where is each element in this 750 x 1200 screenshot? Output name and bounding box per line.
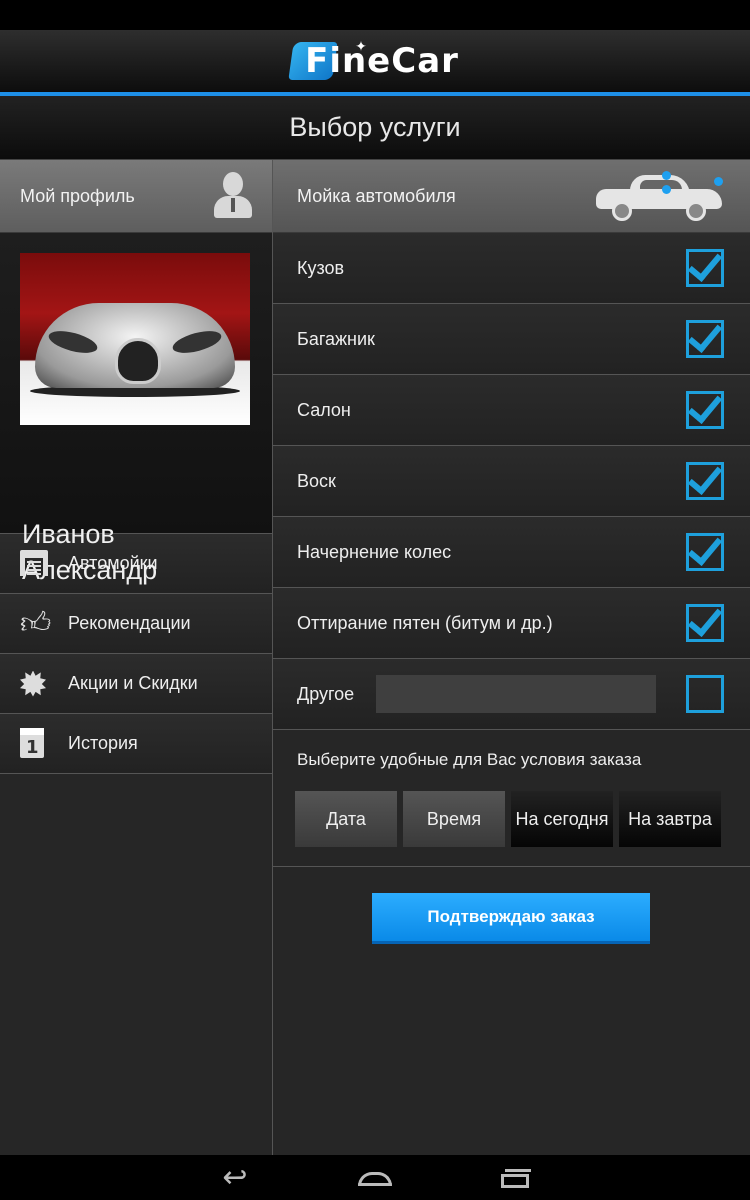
time-button[interactable]: Время [403, 791, 505, 847]
checkbox-other[interactable] [686, 675, 724, 713]
today-button[interactable]: На сегодня [511, 791, 613, 847]
page-title: Выбор услуги [0, 96, 750, 160]
person-icon [214, 172, 252, 220]
sidebar: Мой профиль Иванов Александр Автомойки 👍… [0, 160, 273, 1155]
sidebar-item-label: История [68, 733, 138, 753]
checkbox-body[interactable] [686, 249, 724, 287]
service-label: Салон [297, 399, 351, 420]
service-row-wax[interactable]: Воск [273, 446, 750, 517]
app-bar: FineCar ✦ [0, 30, 750, 96]
sparkle-icon: ✦ [355, 39, 368, 55]
thumbs-up-icon: 👍︎ [20, 606, 52, 640]
back-icon[interactable]: ↩ [215, 1162, 255, 1192]
service-label: Начернение колес [297, 541, 452, 562]
service-row-tire-blackening[interactable]: Начернение колес [273, 517, 750, 588]
order-conditions-buttons: Дата Время На сегодня На завтра [295, 791, 721, 847]
sidebar-item-promotions[interactable]: Акции и Скидки [0, 654, 272, 714]
sidebar-item-recommendations[interactable]: 👍︎ Рекомендации [0, 594, 272, 654]
service-row-other[interactable]: Другое [273, 659, 750, 730]
finecar-logo: FineCar ✦ [288, 39, 459, 81]
service-header-label: Мойка автомобиля [297, 185, 456, 206]
tomorrow-button[interactable]: На завтра [619, 791, 721, 847]
checkbox-stain-removal[interactable] [686, 604, 724, 642]
garage-icon [20, 548, 48, 580]
recent-apps-icon[interactable] [495, 1166, 535, 1190]
service-panel: Мойка автомобиля Кузов Багажник Салон Во… [273, 160, 750, 1155]
date-button[interactable]: Дата [295, 791, 397, 847]
checkbox-interior[interactable] [686, 391, 724, 429]
car-avatar-photo [20, 253, 250, 425]
system-nav-bar: ↩ [0, 1155, 750, 1200]
profile-card: Иванов Александр [0, 233, 272, 585]
sidebar-item-history[interactable]: 1 История [0, 714, 272, 774]
home-icon[interactable] [355, 1166, 395, 1190]
calendar-icon: 1 [20, 727, 48, 760]
service-row-stain-removal[interactable]: Оттирание пятен (битум и др.) [273, 588, 750, 659]
sidebar-item-label: Акции и Скидки [68, 673, 198, 693]
service-row-body[interactable]: Кузов [273, 233, 750, 304]
service-row-trunk[interactable]: Багажник [273, 304, 750, 375]
order-conditions-title: Выберите удобные для Вас условия заказа [297, 750, 642, 769]
starburst-icon [20, 668, 48, 700]
service-label: Воск [297, 470, 336, 491]
other-service-input[interactable] [376, 675, 657, 713]
order-conditions: Выберите удобные для Вас условия заказа … [273, 730, 750, 867]
my-profile-header[interactable]: Мой профиль [0, 160, 272, 233]
car-wash-header: Мойка автомобиля [273, 160, 750, 233]
service-label: Багажник [297, 328, 375, 349]
car-side-icon [596, 171, 726, 221]
service-label: Другое [297, 683, 355, 704]
checkbox-wax[interactable] [686, 462, 724, 500]
confirm-order-button[interactable]: Подтверждаю заказ [372, 893, 650, 944]
checkbox-trunk[interactable] [686, 320, 724, 358]
checkbox-tire-blackening[interactable] [686, 533, 724, 571]
logo-text: FineCar ✦ [305, 39, 459, 81]
service-label: Кузов [297, 257, 345, 278]
status-bar [0, 0, 750, 30]
service-label: Оттирание пятен (битум и др.) [297, 612, 553, 633]
service-row-interior[interactable]: Салон [273, 375, 750, 446]
sidebar-item-label: Рекомендации [68, 613, 191, 633]
my-profile-label: Мой профиль [20, 185, 135, 206]
